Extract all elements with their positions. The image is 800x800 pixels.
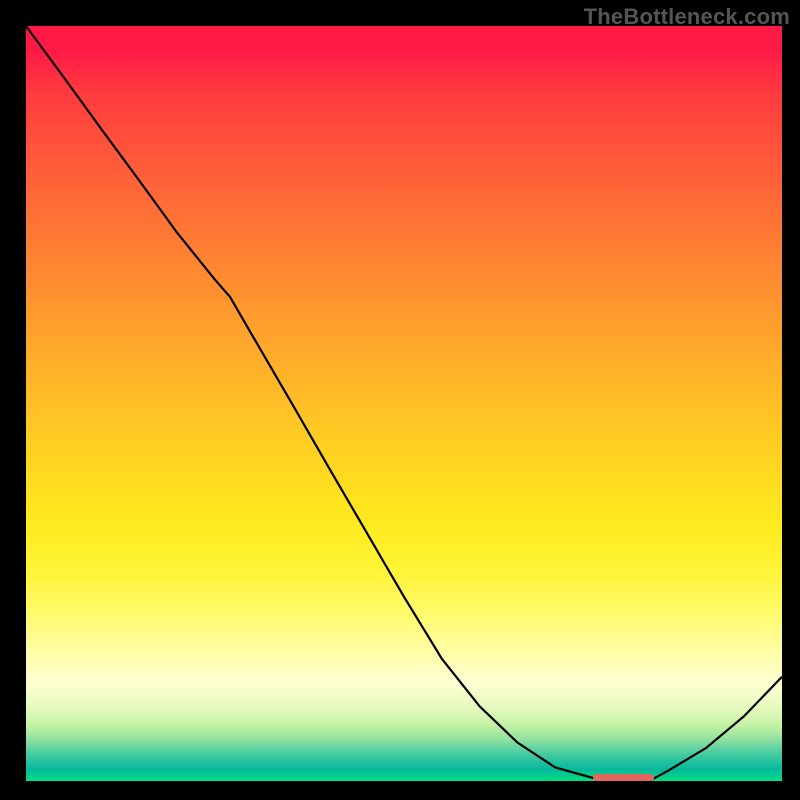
optimal-region-marker: [593, 774, 654, 781]
bottleneck-curve-line: [26, 26, 782, 781]
chart-container: TheBottleneck.com: [0, 0, 800, 800]
plot-area: [26, 26, 782, 781]
watermark-text: TheBottleneck.com: [584, 4, 790, 30]
